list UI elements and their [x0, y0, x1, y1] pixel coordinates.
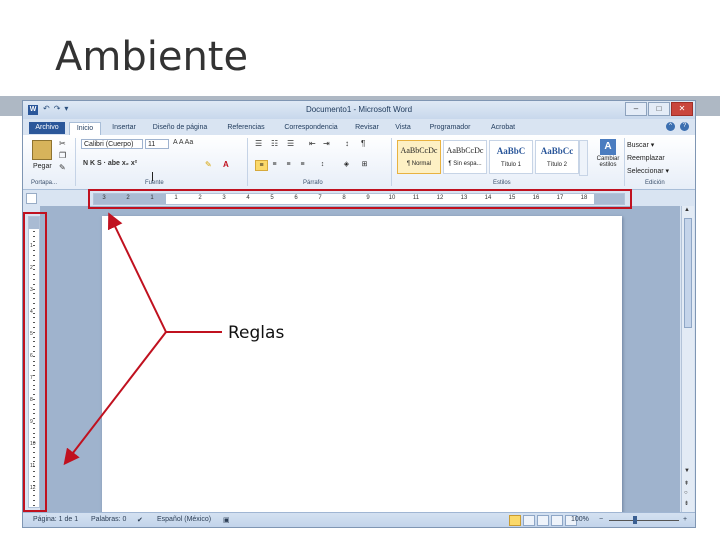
arrow-to-vertical-ruler: [63, 331, 167, 466]
annotation-arrows: [63, 212, 222, 466]
annotation-label: Reglas: [228, 323, 285, 343]
arrow-to-horizontal-ruler: [108, 212, 167, 333]
